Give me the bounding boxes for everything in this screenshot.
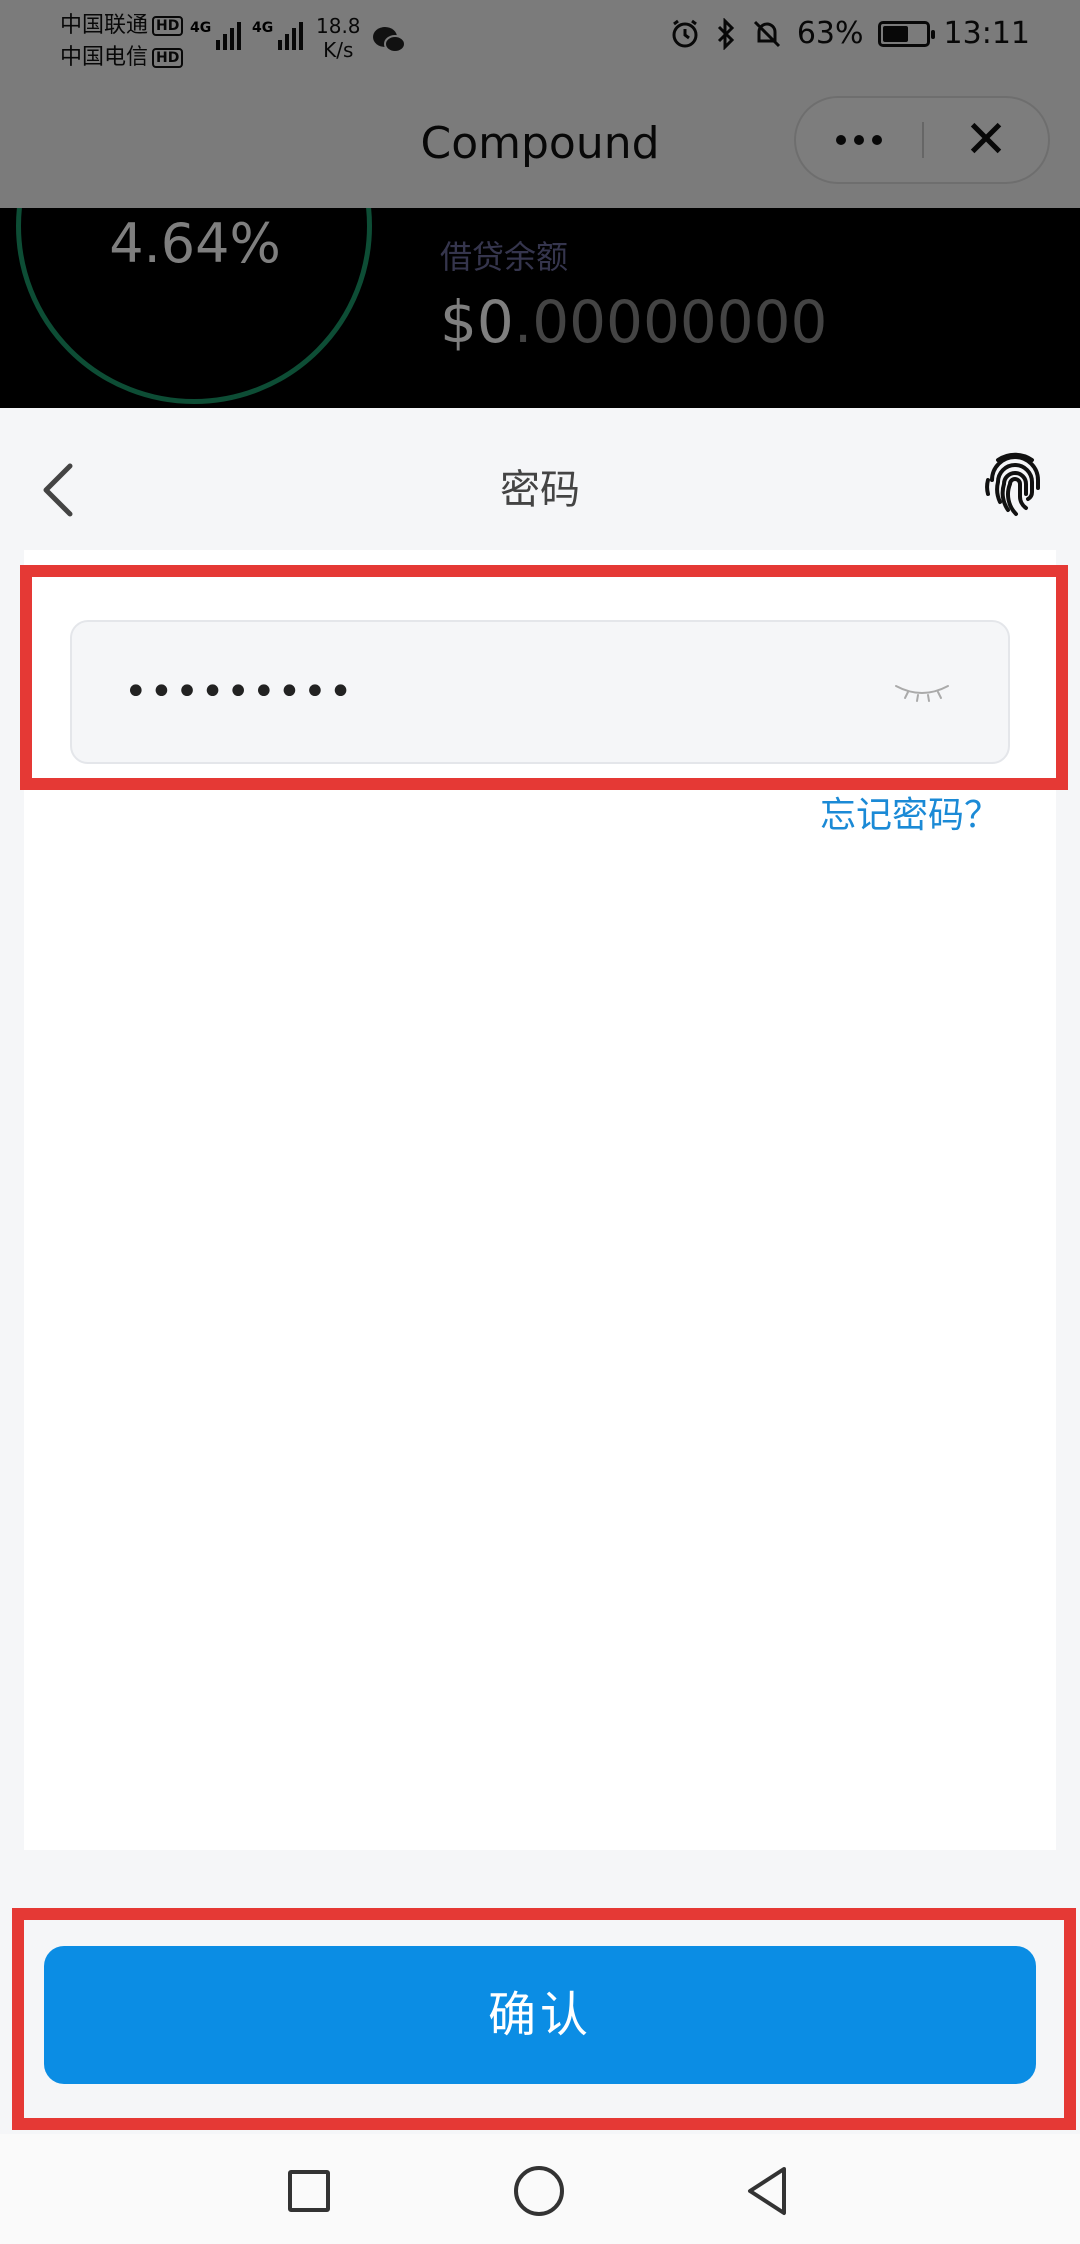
sheet-title: 密码 — [500, 467, 580, 513]
confirm-button[interactable]: 确认 — [44, 1946, 1036, 2084]
recent-apps-icon[interactable] — [288, 2170, 330, 2212]
eye-closed-icon[interactable] — [892, 674, 952, 710]
fingerprint-icon[interactable] — [980, 450, 1050, 520]
nav-back-icon[interactable] — [742, 2164, 792, 2218]
system-nav-bar — [0, 2134, 1080, 2244]
dim-overlay[interactable] — [0, 0, 1080, 408]
forgot-password-link[interactable]: 忘记密码？ — [820, 786, 1000, 838]
password-value: ••••••••• — [124, 669, 355, 715]
password-input[interactable]: ••••••••• — [70, 620, 1010, 764]
home-icon[interactable] — [514, 2166, 564, 2216]
